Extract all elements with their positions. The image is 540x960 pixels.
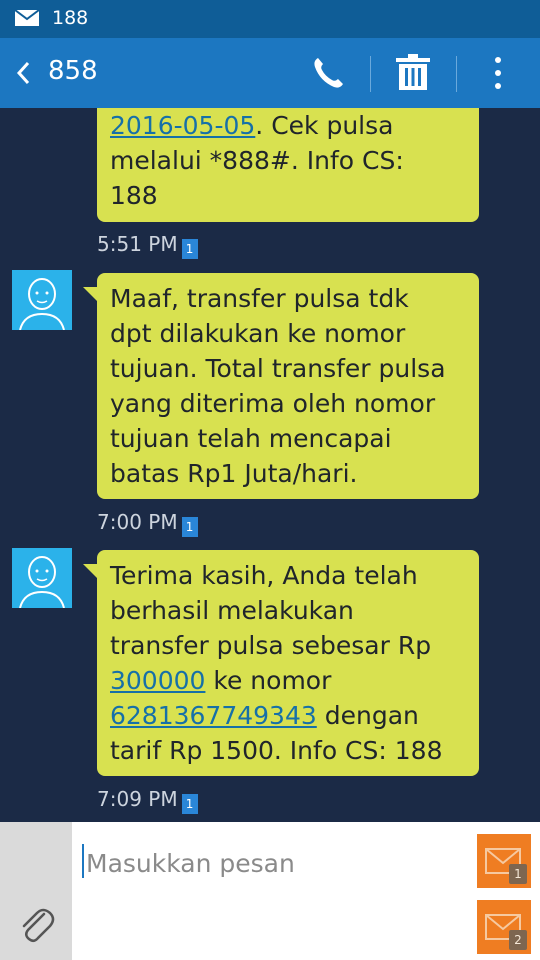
bubble-tail bbox=[83, 564, 99, 580]
sim-badge: 2 bbox=[509, 930, 527, 950]
more-options-button[interactable] bbox=[466, 46, 532, 100]
avatar[interactable] bbox=[12, 270, 72, 331]
action-bar: 858 bbox=[0, 38, 540, 108]
attach-area bbox=[0, 822, 72, 960]
send-sim2-button[interactable]: 2 bbox=[477, 900, 531, 954]
call-button[interactable] bbox=[295, 46, 361, 100]
status-bar: 188 bbox=[0, 0, 540, 38]
avatar-icon bbox=[19, 556, 65, 609]
message-time-text: 5:51 PM bbox=[97, 232, 178, 256]
divider bbox=[456, 56, 457, 92]
sim-icon: 1 bbox=[181, 517, 198, 537]
sim-icon: 1 bbox=[181, 794, 198, 814]
message-text: Maaf, transfer pulsa tdk dpt dilakukan k… bbox=[110, 284, 446, 488]
message-time: 5:51 PM 1 bbox=[97, 232, 198, 259]
message-time: 7:00 PM 1 bbox=[97, 510, 198, 537]
sim-icon: 1 bbox=[181, 239, 198, 259]
delete-icon bbox=[396, 54, 430, 90]
bubble-tail bbox=[83, 287, 99, 303]
message-text: ke nomor bbox=[213, 666, 332, 695]
message-link[interactable]: 2016-05-05 bbox=[110, 111, 255, 140]
attach-icon[interactable] bbox=[16, 904, 56, 944]
message-bubble[interactable]: Terima kasih, Anda telah berhasil melaku… bbox=[83, 550, 479, 776]
sim-badge: 1 bbox=[509, 864, 527, 884]
message-time: 7:09 PM 1 bbox=[97, 787, 198, 814]
delete-button[interactable] bbox=[380, 46, 446, 100]
message-link[interactable]: 300000 bbox=[110, 666, 205, 695]
phone-icon bbox=[314, 58, 343, 88]
mail-icon bbox=[14, 9, 40, 26]
message-link[interactable]: 6281367749343 bbox=[110, 701, 317, 730]
message-time-text: 7:09 PM bbox=[97, 787, 178, 811]
message-input[interactable] bbox=[84, 842, 468, 884]
message-time-text: 7:00 PM bbox=[97, 510, 178, 534]
notification-text: 188 bbox=[52, 7, 89, 29]
conversation-title: 858 bbox=[48, 56, 98, 86]
conversation-list[interactable]: 2016-05-05. Cek pulsa melalui *888#. Inf… bbox=[0, 108, 540, 822]
send-sim1-button[interactable]: 1 bbox=[477, 834, 531, 888]
avatar[interactable] bbox=[12, 548, 72, 609]
message-text: Terima kasih, Anda telah berhasil melaku… bbox=[110, 561, 432, 660]
message-bubble[interactable]: 2016-05-05. Cek pulsa melalui *888#. Inf… bbox=[97, 108, 479, 222]
more-icon bbox=[495, 57, 501, 89]
composer: 1 2 bbox=[0, 822, 540, 960]
back-icon[interactable] bbox=[8, 50, 42, 96]
divider bbox=[370, 56, 371, 92]
message-bubble[interactable]: Maaf, transfer pulsa tdk dpt dilakukan k… bbox=[83, 273, 479, 499]
avatar-icon bbox=[19, 278, 65, 331]
text-caret bbox=[82, 844, 84, 878]
